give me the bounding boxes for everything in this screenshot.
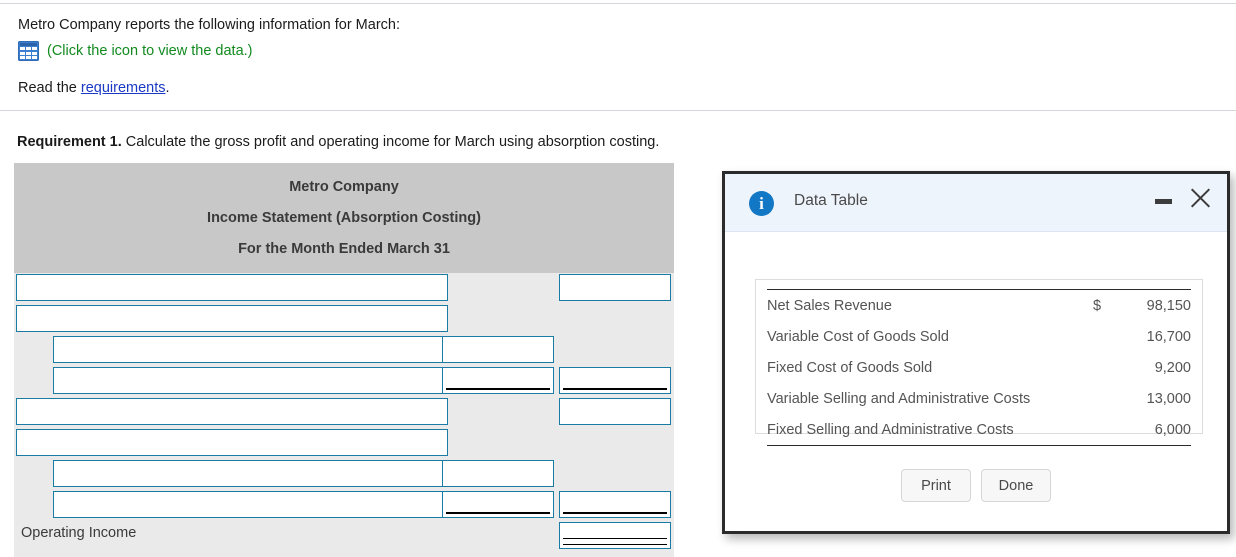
line-item-amount-input[interactable] xyxy=(442,460,554,487)
worksheet-row xyxy=(14,397,674,428)
data-table-row: Variable Selling and Administrative Cost… xyxy=(767,383,1191,414)
data-table-item-name: Net Sales Revenue xyxy=(767,297,892,314)
line-item-total-input[interactable] xyxy=(559,491,671,518)
income-statement-worksheet: Metro Company Income Statement (Absorpti… xyxy=(14,163,674,557)
requirement-1-label: Requirement 1. xyxy=(17,134,122,150)
worksheet-title-statement: Income Statement (Absorption Costing) xyxy=(207,210,481,226)
print-button[interactable]: Print xyxy=(901,469,971,502)
data-table-row: Net Sales Revenue $98,150 xyxy=(767,290,1191,321)
worksheet-rows: Operating Income xyxy=(14,273,674,552)
worksheet-row xyxy=(14,273,674,304)
worksheet-row xyxy=(14,304,674,335)
data-table-dialog: i Data Table Net Sales Revenue $98,150 Var… xyxy=(722,171,1230,534)
close-icon[interactable] xyxy=(1187,185,1213,211)
data-table-item-name: Fixed Selling and Administrative Costs xyxy=(767,421,1014,438)
data-table-rows: Net Sales Revenue $98,150 Variable Cost of… xyxy=(767,289,1191,446)
operating-income-label: Operating Income xyxy=(21,525,137,541)
line-item-total-input[interactable] xyxy=(559,367,671,394)
top-divider xyxy=(0,3,1236,4)
line-item-total-input[interactable] xyxy=(559,398,671,425)
line-item-amount-input[interactable] xyxy=(442,367,554,394)
dialog-actions: Print Done xyxy=(725,469,1227,502)
worksheet-row xyxy=(14,428,674,459)
dialog-title-bar: i Data Table xyxy=(725,174,1227,232)
minimize-icon[interactable] xyxy=(1154,185,1174,211)
worksheet-title-period: For the Month Ended March 31 xyxy=(238,241,450,257)
data-table-box: Net Sales Revenue $98,150 Variable Cost of… xyxy=(755,279,1203,446)
data-icon-caption: (Click the icon to view the data.) xyxy=(47,43,253,59)
data-table-row: Variable Cost of Goods Sold 16,700 xyxy=(767,321,1191,352)
read-requirements-line: Read the requirements. xyxy=(18,80,170,96)
line-item-label-input[interactable] xyxy=(16,398,448,425)
data-table-row: Fixed Cost of Goods Sold 9,200 xyxy=(767,352,1191,383)
data-table-item-name: Fixed Cost of Goods Sold xyxy=(767,359,933,376)
intro-text: Metro Company reports the following info… xyxy=(18,17,400,33)
requirements-link[interactable]: requirements xyxy=(81,80,166,96)
worksheet-row xyxy=(14,459,674,490)
line-item-label-input[interactable] xyxy=(16,274,448,301)
line-item-amount-input[interactable] xyxy=(442,491,554,518)
line-item-total-input[interactable] xyxy=(559,274,671,301)
line-item-label-input[interactable] xyxy=(53,367,448,394)
section-divider xyxy=(0,110,1236,111)
line-item-label-input[interactable] xyxy=(53,491,448,518)
line-item-label-input[interactable] xyxy=(16,429,448,456)
data-table-row: Fixed Selling and Administrative Costs 6,… xyxy=(767,414,1191,445)
requirement-1-text: Requirement 1. Calculate the gross profi… xyxy=(17,134,659,150)
data-table-item-value: 13,000 xyxy=(1146,390,1191,407)
line-item-label-input[interactable] xyxy=(16,305,448,332)
done-button[interactable]: Done xyxy=(981,469,1051,502)
table-grid-icon[interactable] xyxy=(18,41,39,61)
data-table-item-value: 6,000 xyxy=(1154,421,1191,438)
info-icon: i xyxy=(749,191,774,216)
worksheet-row xyxy=(14,490,674,521)
worksheet-header: Metro Company Income Statement (Absorpti… xyxy=(14,163,674,273)
data-table-item-value: 9,200 xyxy=(1154,359,1191,376)
data-table-item-name: Variable Selling and Administrative Cost… xyxy=(767,390,1031,407)
window-controls xyxy=(1154,185,1213,211)
line-item-label-input[interactable] xyxy=(53,336,448,363)
data-icon-row[interactable]: (Click the icon to view the data.) xyxy=(18,41,253,61)
worksheet-row: Operating Income xyxy=(14,521,674,552)
data-table-item-value: 16,700 xyxy=(1146,328,1191,345)
read-prefix: Read the xyxy=(18,80,81,96)
requirement-1-body: Calculate the gross profit and operating… xyxy=(121,134,660,150)
worksheet-row xyxy=(14,335,674,366)
dialog-title: Data Table xyxy=(794,192,868,209)
line-item-amount-input[interactable] xyxy=(442,336,554,363)
line-item-total-input[interactable] xyxy=(559,522,671,549)
worksheet-row xyxy=(14,366,674,397)
data-table-currency-symbol: $ xyxy=(1093,297,1102,314)
read-suffix: . xyxy=(165,80,170,96)
data-table-item-name: Variable Cost of Goods Sold xyxy=(767,328,949,345)
line-item-label-input[interactable] xyxy=(53,460,448,487)
data-table-item-value: 98,150 xyxy=(1146,297,1191,314)
page-root: Metro Company reports the following info… xyxy=(0,0,1236,557)
worksheet-title-company: Metro Company xyxy=(289,179,399,195)
